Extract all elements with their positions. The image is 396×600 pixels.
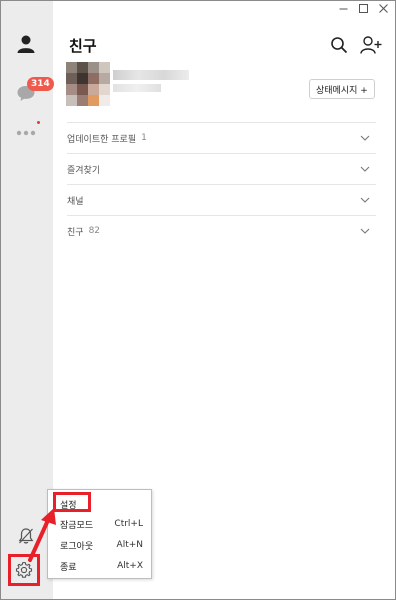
- section-label: 업데이트한 프로필: [67, 134, 137, 145]
- menu-item-shortcut: Alt+X: [117, 561, 143, 571]
- menu-item-label: 로그아웃: [60, 541, 94, 552]
- window-controls: [338, 3, 388, 13]
- more-tab[interactable]: [0, 126, 52, 140]
- status-message-button[interactable]: 상태메시지 +: [309, 79, 375, 99]
- menu-item-shortcut: Alt+N: [116, 540, 143, 550]
- section-channels[interactable]: 채널: [67, 184, 376, 215]
- close-icon: [378, 3, 388, 13]
- section-count: 82: [88, 226, 101, 236]
- minimize-button[interactable]: [338, 3, 348, 13]
- section-friends[interactable]: 친구 82: [67, 215, 376, 246]
- menu-item-lock-mode[interactable]: 잠금모드 Ctrl+L: [48, 514, 151, 534]
- maximize-icon: [358, 3, 368, 13]
- chevron-down-icon: [360, 197, 370, 203]
- section-label: 즐겨찾기: [67, 165, 101, 176]
- menu-item-label: 종료: [60, 562, 77, 573]
- section-label: 채널: [67, 196, 84, 207]
- unread-badge: 314: [27, 77, 54, 91]
- add-friend-button[interactable]: [359, 34, 383, 56]
- person-icon: [17, 35, 35, 53]
- profile-name-blurred: [113, 70, 189, 80]
- menu-item-logout[interactable]: 로그아웃 Alt+N: [48, 535, 151, 555]
- settings-button[interactable]: [8, 554, 40, 586]
- gear-icon: [15, 561, 33, 578]
- maximize-button[interactable]: [358, 3, 368, 13]
- more-dots-icon: [16, 130, 36, 136]
- highlight-box: [53, 492, 91, 512]
- search-icon: [331, 37, 348, 54]
- notification-toggle[interactable]: [17, 527, 35, 549]
- chevron-down-icon: [360, 166, 370, 172]
- section-count: 1: [141, 133, 147, 143]
- search-button[interactable]: [328, 34, 350, 56]
- chevron-down-icon: [360, 135, 370, 141]
- close-button[interactable]: [378, 3, 388, 13]
- section-favorites[interactable]: 즐겨찾기: [67, 153, 376, 184]
- section-label: 친구: [67, 227, 84, 238]
- my-profile-avatar[interactable]: [66, 62, 110, 106]
- menu-item-exit[interactable]: 종료 Alt+X: [48, 556, 151, 576]
- profile-message-blurred: [113, 84, 161, 92]
- menu-item-label: 잠금모드: [60, 520, 94, 531]
- bell-off-icon: [18, 528, 34, 544]
- new-indicator-dot: [37, 121, 40, 124]
- section-updated-profiles[interactable]: 업데이트한 프로필 1: [67, 122, 376, 153]
- minimize-icon: [339, 8, 347, 9]
- chevron-down-icon: [360, 228, 370, 234]
- friends-tab[interactable]: [0, 32, 52, 56]
- menu-item-shortcut: Ctrl+L: [114, 519, 143, 529]
- add-friend-icon: [360, 36, 382, 54]
- page-title: 친구: [69, 37, 97, 55]
